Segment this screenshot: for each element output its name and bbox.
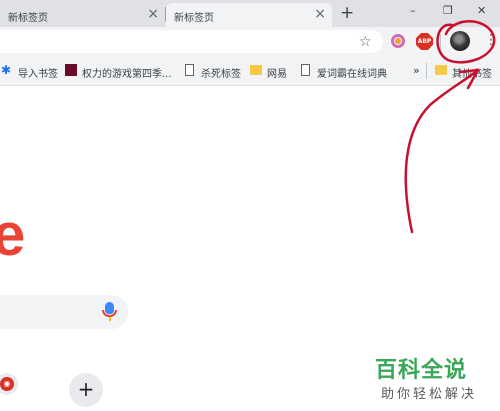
red-annotation-overlay [404,19,496,234]
watermark-title: 百科全说 [375,358,468,383]
annotation-arrow-head [458,68,480,90]
annotation-circle [436,19,496,64]
watermark-subtitle: 助你轻松解决 [381,387,478,402]
annotation-arrow-shaft [404,68,480,234]
